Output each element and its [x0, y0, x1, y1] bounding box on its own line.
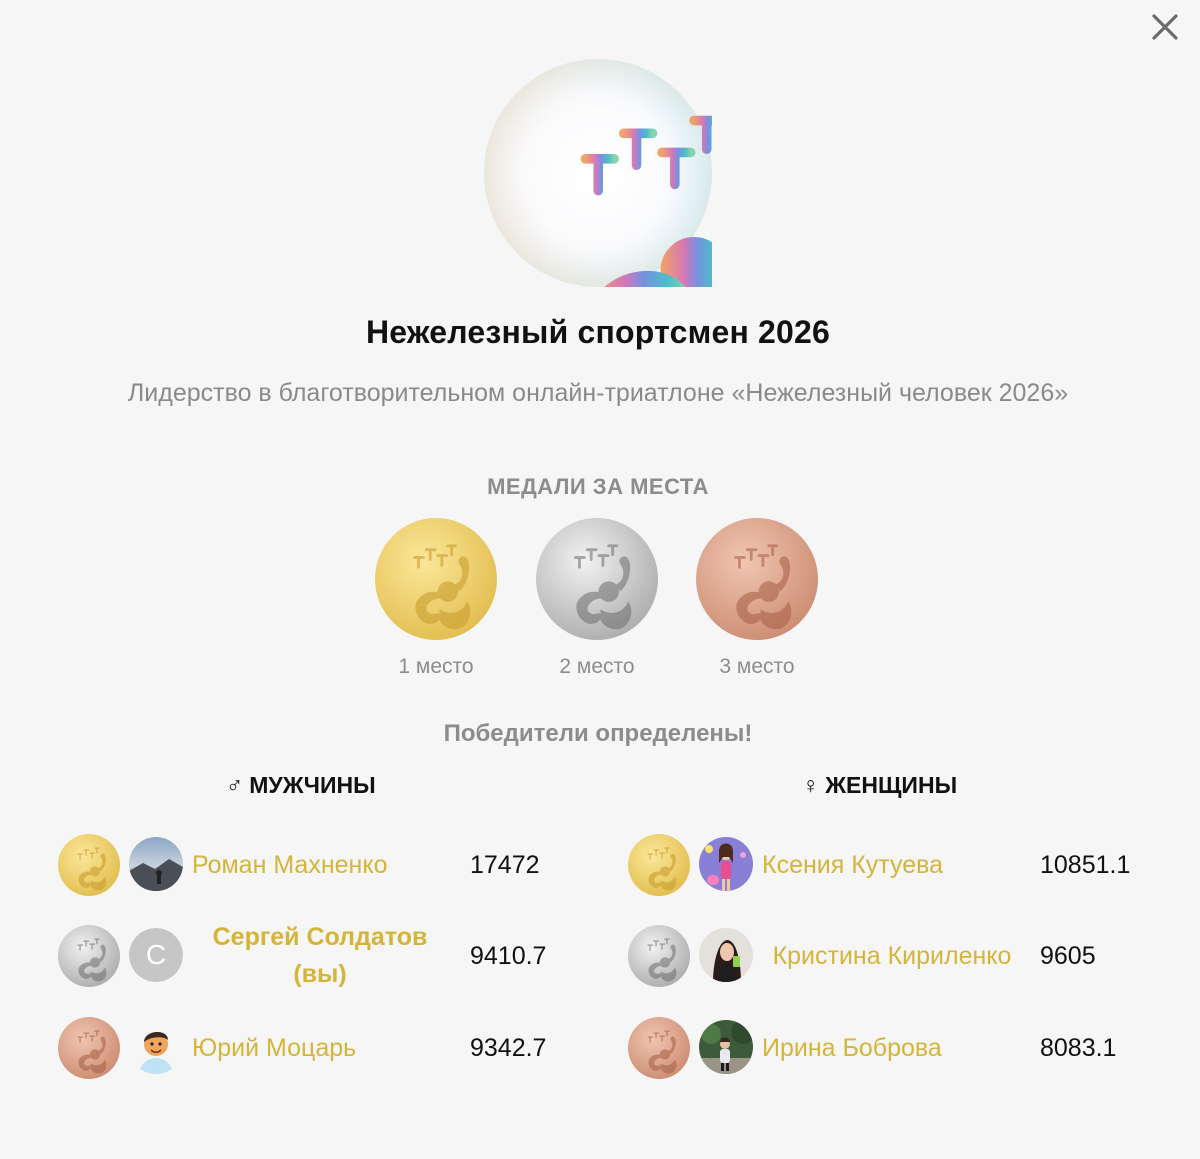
avatar[interactable]: С [129, 928, 183, 982]
leaderboard-row: Кристина Кириленко 9605 [628, 925, 1168, 995]
medal-third-place: 3 место [696, 518, 818, 679]
achievement-description: Лидерство в благотворительном онлайн-три… [127, 379, 1069, 407]
participant-name-link[interactable]: Юрий Моцарь [192, 1017, 452, 1079]
leaderboard-row: Юрий Моцарь 9342.7 [58, 1017, 578, 1087]
avatar[interactable] [699, 928, 753, 982]
avatar[interactable] [129, 837, 183, 891]
leaderboard-row: Ксения Кутуева 10851.1 [628, 834, 1168, 904]
medal-label: 2 место [559, 655, 635, 678]
participant-score: 8083.1 [1040, 1033, 1117, 1062]
leaderboard-row: Ирина Боброва 8083.1 [628, 1017, 1168, 1087]
medal-second-place: 2 место [536, 518, 658, 679]
participant-name-link[interactable]: Сергей Солдатов (вы) [192, 923, 448, 988]
participant-score: 9342.7 [470, 1033, 547, 1062]
avatar[interactable] [129, 1020, 183, 1074]
close-icon[interactable] [1148, 10, 1182, 44]
participant-name-link[interactable]: Ксения Кутуева [762, 834, 1022, 896]
bronze-medal-icon [628, 1017, 690, 1079]
silver-medal-icon [628, 925, 690, 987]
gold-medal-icon [58, 834, 120, 896]
female-icon: ♀ [802, 772, 820, 798]
winners-title: Победители определены! [443, 720, 753, 747]
leaderboard-row: С Сергей Солдатов (вы) 9410.7 [58, 923, 578, 995]
achievement-title: Нежелезный спортсмен 2026 [365, 314, 831, 350]
medal-first-place: 1 место [375, 518, 497, 679]
gold-medal-icon [628, 834, 690, 896]
achievement-dialog: Нежелезный спортсмен 2026 Лидерство в бл… [0, 0, 1200, 1159]
men-column-heading: ♂ МУЖЧИНЫ [226, 772, 376, 798]
bronze-medal-icon [58, 1017, 120, 1079]
achievement-badge-image [484, 59, 712, 287]
participant-name-link[interactable]: Кристина Кириленко [762, 925, 1022, 987]
participant-score: 9410.7 [470, 941, 547, 970]
women-column-heading: ♀ ЖЕНЩИНЫ [802, 772, 958, 798]
avatar-initial: С [129, 928, 183, 982]
participant-score: 17472 [470, 850, 540, 879]
silver-medal-icon [58, 925, 120, 987]
participant-name-link[interactable]: Ирина Боброва [762, 1017, 1022, 1079]
male-icon: ♂ [226, 772, 244, 798]
bronze-medal-icon [696, 518, 818, 640]
gold-medal-icon [375, 518, 497, 640]
medal-label: 3 место [719, 655, 795, 678]
avatar[interactable] [699, 1020, 753, 1074]
medal-label: 1 место [398, 655, 474, 678]
leaderboard-row: Роман Махненко 17472 [58, 834, 578, 904]
silver-medal-icon [536, 518, 658, 640]
participant-name-link[interactable]: Роман Махненко [192, 834, 452, 896]
participant-score: 9605 [1040, 941, 1096, 970]
avatar[interactable] [699, 837, 753, 891]
medals-section-title: МЕДАЛИ ЗА МЕСТА [487, 474, 709, 499]
participant-score: 10851.1 [1040, 850, 1131, 879]
